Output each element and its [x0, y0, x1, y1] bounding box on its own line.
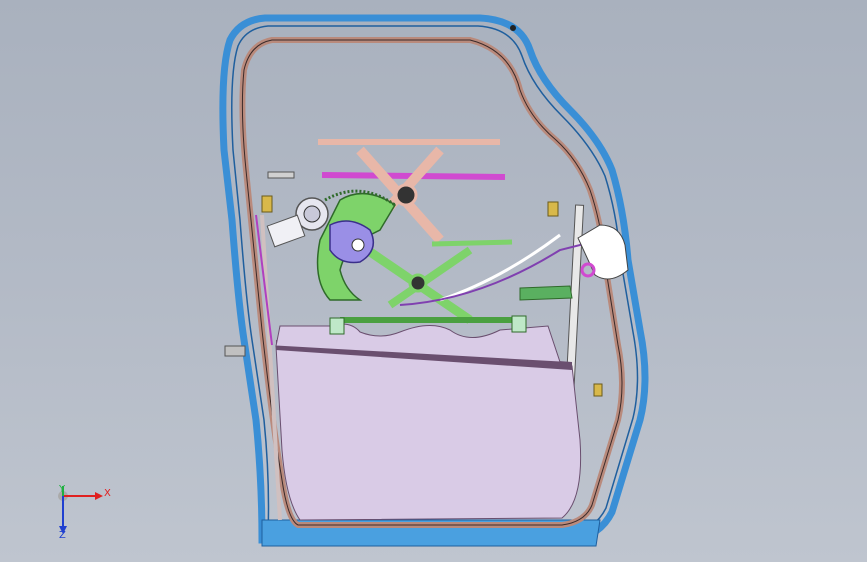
z-axis-label: Z: [59, 530, 66, 541]
rear-latch[interactable]: [577, 224, 629, 280]
carrier-block-left[interactable]: [329, 317, 345, 335]
front-bracket[interactable]: [261, 195, 273, 213]
mount-hole: [510, 25, 516, 31]
scissor-pivot[interactable]: [394, 183, 418, 207]
hinge-stub[interactable]: [224, 345, 246, 357]
motor-bracket-pivot: [351, 238, 365, 252]
cad-viewport[interactable]: X Y Z: [0, 0, 867, 562]
latch-handle[interactable]: [519, 285, 573, 301]
lift-pivot[interactable]: [408, 273, 428, 293]
lower-green-bar[interactable]: [431, 239, 513, 247]
x-axis-label: X: [104, 488, 111, 499]
motor-body[interactable]: [266, 214, 306, 248]
motor-gear-hub: [303, 205, 321, 223]
x-axis-arrow: [95, 492, 103, 500]
window-glass[interactable]: [275, 345, 582, 521]
rear-bracket-bottom[interactable]: [593, 383, 603, 397]
door-assembly-model[interactable]: [0, 0, 867, 562]
carrier-block-right[interactable]: [511, 315, 527, 333]
rear-bracket-top[interactable]: [547, 201, 559, 217]
y-axis-label: Y: [59, 484, 66, 495]
connector-top[interactable]: [267, 171, 295, 179]
motor-bracket[interactable]: [329, 220, 375, 264]
